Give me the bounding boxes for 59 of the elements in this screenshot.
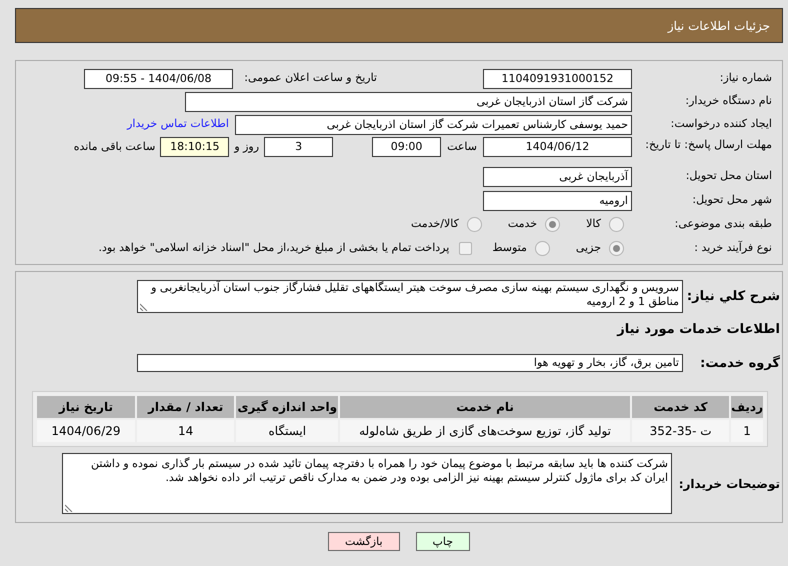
- column-header: کد خدمت: [632, 396, 730, 418]
- table-cell: تولید گاز، توزیع سوخت‌های گازی از طریق شاه‌لوله: [340, 420, 630, 442]
- column-header: ردیف: [731, 396, 763, 418]
- page-title: جزئیات اطلاعات نیاز: [668, 18, 770, 34]
- field-label: روز و: [232, 139, 260, 155]
- field-label: ایجاد کننده درخواست:: [670, 116, 773, 132]
- radio-button[interactable]: [545, 216, 560, 232]
- text-field[interactable]: 09:00: [372, 137, 442, 157]
- field-label: استان محل تحویل:: [684, 168, 773, 184]
- text-field[interactable]: 1404/06/12: [483, 137, 632, 157]
- field-label: نوع فرآیند خرید :: [693, 240, 773, 256]
- option-label: خدمت: [508, 216, 538, 232]
- field-label: شماره نیاز:: [718, 70, 773, 86]
- table-cell: ت -35-352: [632, 420, 730, 442]
- contact-link[interactable]: اطلاعات تماس خریدار: [127, 116, 229, 133]
- resize-grip-icon[interactable]: [65, 504, 73, 512]
- option-label: پرداخت تمام یا بخشی از مبلغ خرید،از محل "اسناد خزانه اسلامی" خواهد بود.: [98, 240, 450, 256]
- radio-button[interactable]: [534, 240, 550, 256]
- field-label: شرح کلي نياز:: [686, 288, 781, 306]
- text-field[interactable]: شرکت گاز استان اذربایجان غربی: [185, 92, 632, 112]
- text-field[interactable]: آذربایجان غربی: [483, 166, 632, 186]
- option-label: جزیی: [576, 240, 601, 256]
- field-label: توضیحات خریدار:: [678, 476, 781, 492]
- radio-button[interactable]: [609, 240, 624, 256]
- section-heading: اطلاعات خدمات مورد نياز: [617, 321, 781, 339]
- field-label: گروه خدمت:: [699, 354, 781, 372]
- field-label: تاریخ و ساعت اعلان عمومی:: [243, 70, 378, 86]
- text-field[interactable]: 1404/06/08 - 09:55: [84, 68, 233, 88]
- table-cell: 1404/06/29: [37, 420, 135, 442]
- column-header: نام خدمت: [340, 396, 630, 418]
- text-field[interactable]: 18:10:15: [160, 137, 230, 157]
- radio-button[interactable]: [466, 216, 482, 232]
- table-cell: ایستگاه: [236, 420, 338, 442]
- field-label: نام دستگاه خریدار:: [684, 93, 773, 110]
- option-label: کالا: [586, 216, 601, 232]
- field-label: ساعت: [446, 139, 478, 155]
- field-label: شهر محل تحویل:: [691, 192, 773, 208]
- resize-grip-icon[interactable]: [140, 303, 148, 311]
- checkbox[interactable]: [459, 242, 472, 254]
- text-field[interactable]: 1104091931000152: [483, 68, 632, 88]
- radio-button[interactable]: [609, 216, 624, 232]
- description-field[interactable]: سرویس و نگهداری سیستم بهینه سازی مصرف سوخت هیتر ایستگاههای تقلیل فشارگاز جنوب استان آذربایجانغربی و مناطق 1 و 2 ارومیه: [137, 280, 683, 313]
- text-field[interactable]: ارومیه: [483, 190, 632, 210]
- field-label: ساعت باقی مانده: [74, 139, 156, 155]
- column-header: تعداد / مقدار: [136, 396, 234, 418]
- print-button[interactable]: چاپ: [416, 532, 470, 551]
- option-label: متوسط: [492, 240, 527, 256]
- text-field[interactable]: تامین برق، گاز، بخار و تهویه هوا: [137, 354, 683, 372]
- column-header: تاریخ نیاز: [37, 396, 135, 418]
- field-label: طبقه بندی موضوعی:: [674, 216, 773, 232]
- text-field[interactable]: حمید یوسفی کارشناس تعمیرات شرکت گاز استان اذربایجان غربی: [235, 114, 632, 134]
- option-label: کالا/خدمت: [411, 216, 459, 232]
- table-cell: 14: [136, 420, 234, 442]
- field-label: مهلت ارسال پاسخ: تا تاریخ:: [644, 137, 773, 152]
- notes-field[interactable]: شرکت کننده ها باید سابقه مرتبط با موضوع پیمان خود را همراه با دفترچه پیمان تائید شده در سیستم بار گذاری نموده و داشتن ایران کد برای ماژول کنترلر سیستم بهینه نیز الزامی بوده ودر ضمن به مدارک ناقص ترتیب اثر داده نخواهد شد.: [62, 453, 672, 514]
- text-field[interactable]: 3: [264, 137, 334, 157]
- back-button[interactable]: بازگشت: [328, 532, 400, 551]
- table-cell: 1: [731, 420, 763, 442]
- column-header: واحد اندازه گیری: [236, 396, 338, 418]
